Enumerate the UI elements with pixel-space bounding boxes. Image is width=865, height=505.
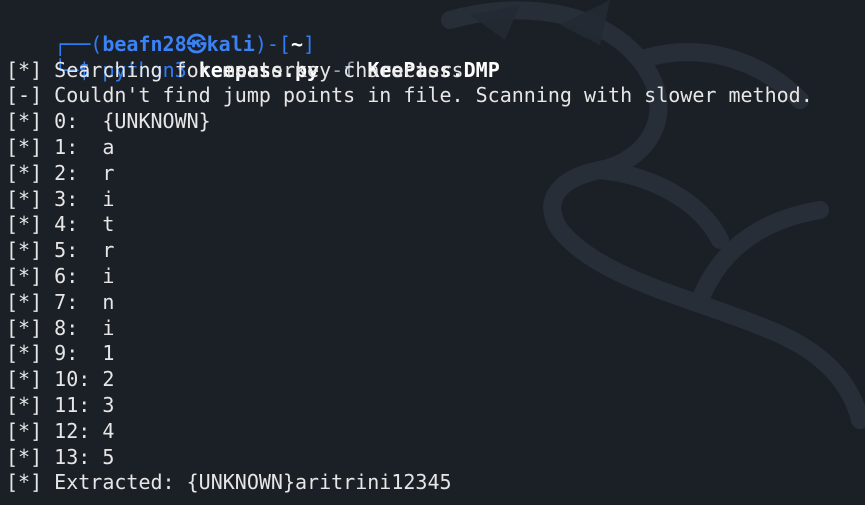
- output-prefix: [*]: [6, 186, 43, 211]
- prompt-frame-top: ┌──: [54, 31, 91, 56]
- output-text: 0: {UNKNOWN}: [54, 109, 211, 134]
- output-text: 11: 3: [54, 392, 115, 417]
- output-prefix: [*]: [6, 109, 43, 134]
- output-text: 5: r: [54, 238, 115, 263]
- output-text: 13: 5: [54, 444, 115, 469]
- output-prefix: [*]: [6, 470, 43, 495]
- output-text: 1: a: [54, 134, 115, 159]
- output-line: [*] 2: r: [6, 161, 865, 187]
- output-line: [*] 12: 4: [6, 419, 865, 445]
- prompt-header-line: ┌──(beafn28㉿kali)-[~]: [54, 31, 316, 56]
- output-prefix: [*]: [6, 444, 43, 469]
- output-prefix: [*]: [6, 134, 43, 159]
- output-line: [*] 10: 2: [6, 367, 865, 393]
- output-prefix: [*]: [6, 212, 43, 237]
- output-line: [*] 4: t: [6, 212, 865, 238]
- output-line: [-] Couldn't find jump points in file. S…: [6, 83, 865, 109]
- extracted-result-line: [*] Extracted: {UNKNOWN}aritrini12345: [6, 470, 865, 496]
- output-text: 6: i: [54, 263, 115, 288]
- output-prefix: [-]: [6, 83, 43, 108]
- output-prefix: [*]: [6, 57, 43, 82]
- output-text: 12: 4: [54, 418, 115, 443]
- output-prefix: [*]: [6, 263, 43, 288]
- extracted-password-text: Extracted: {UNKNOWN}aritrini12345: [54, 470, 452, 495]
- output-line: [*] 13: 5: [6, 445, 865, 471]
- output-text: 9: 1: [54, 341, 115, 366]
- prompt-user: beafn28: [102, 31, 187, 56]
- output-line: [*] 5: r: [6, 238, 865, 264]
- kali-at-icon: ㉿: [186, 31, 207, 56]
- output-text: Searching for masterkey characters: [54, 57, 464, 82]
- output-text: 2: r: [54, 160, 115, 185]
- output-line: [*] Searching for masterkey characters: [6, 58, 865, 84]
- output-prefix: [*]: [6, 238, 43, 263]
- output-line: [*] 9: 1: [6, 341, 865, 367]
- output-text: 3: i: [54, 186, 115, 211]
- output-prefix: [*]: [6, 289, 43, 314]
- output-prefix: [*]: [6, 160, 43, 185]
- output-text: 4: t: [54, 212, 115, 237]
- output-line: [*] 3: i: [6, 187, 865, 213]
- output-line: [*] 1: a: [6, 135, 865, 161]
- output-line: [*] 8: i: [6, 316, 865, 342]
- output-line: [*] 7: n: [6, 290, 865, 316]
- output-text: 10: 2: [54, 367, 115, 392]
- output-prefix: [*]: [6, 418, 43, 443]
- output-line: [*] 11: 3: [6, 393, 865, 419]
- output-text: 8: i: [54, 315, 115, 340]
- output-line: [*] 6: i: [6, 264, 865, 290]
- output-line: [*] 0: {UNKNOWN}: [6, 109, 865, 135]
- output-prefix: [*]: [6, 341, 43, 366]
- output-prefix: [*]: [6, 392, 43, 417]
- output-text: 7: n: [54, 289, 115, 314]
- prompt-path: ~: [290, 31, 303, 56]
- terminal-window[interactable]: ┌──(beafn28㉿kali)-[~] └─$ python3 keepas…: [6, 6, 865, 496]
- output-prefix: [*]: [6, 367, 43, 392]
- prompt-host: kali: [206, 31, 255, 56]
- output-prefix: [*]: [6, 315, 43, 340]
- output-text: Couldn't find jump points in file. Scann…: [54, 83, 813, 108]
